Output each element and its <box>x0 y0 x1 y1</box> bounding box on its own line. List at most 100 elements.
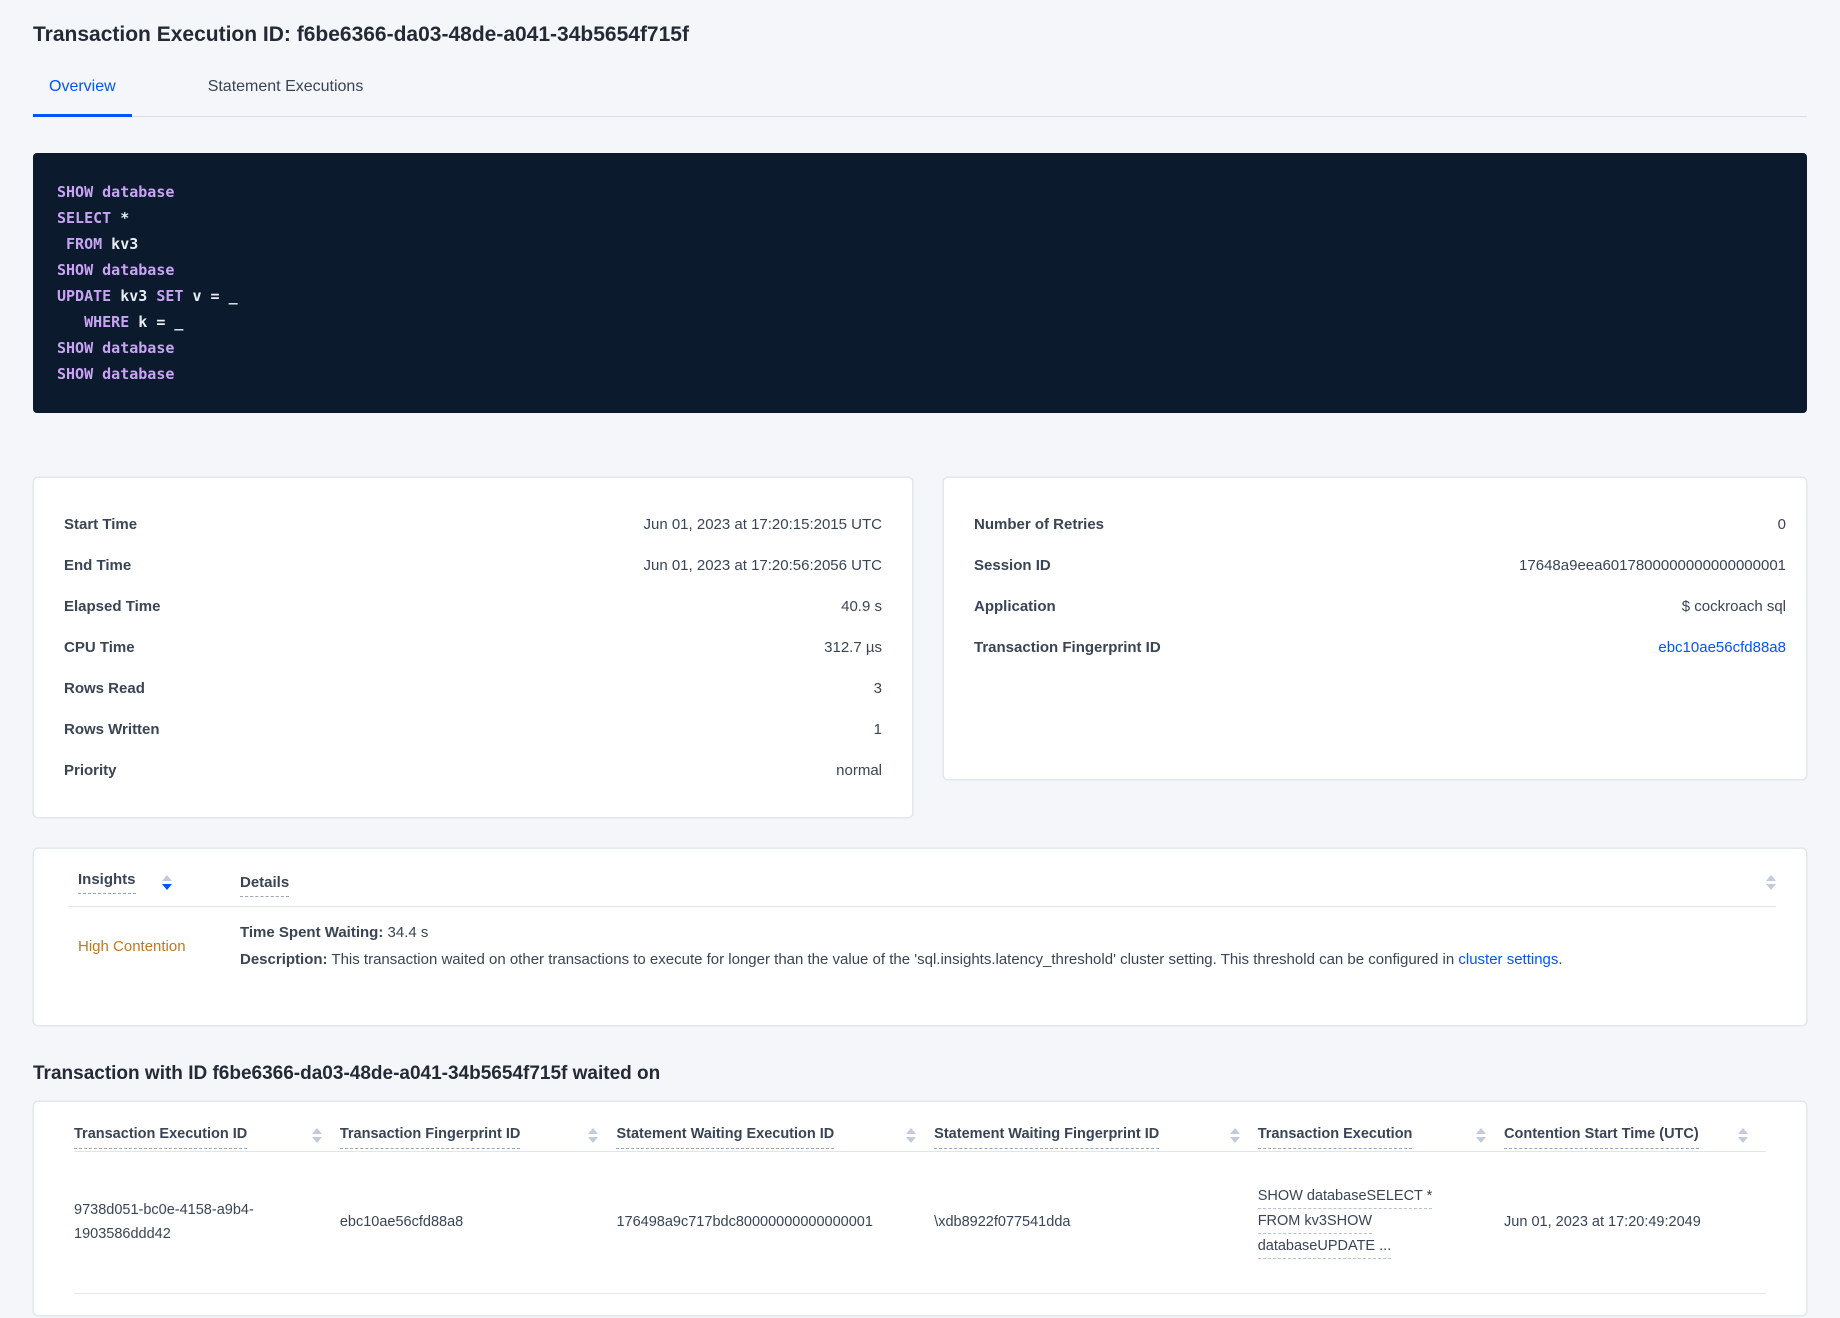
insight-description: Description: This transaction waited on … <box>240 950 1776 970</box>
row-label: Session ID <box>974 557 1051 574</box>
column-header-contention-start-time: Contention Start Time (UTC) <box>1504 1126 1766 1149</box>
row-label: Rows Read <box>64 680 145 697</box>
sql-text: k = _ <box>129 313 184 331</box>
summary-row-start-time: Start Time Jun 01, 2023 at 17:20:15:2015… <box>64 504 882 545</box>
sql-line: WHERE k = _ <box>57 309 1783 335</box>
row-label: CPU Time <box>64 639 135 656</box>
tab-bar: Overview Statement Executions <box>33 77 1807 117</box>
column-header-label[interactable]: Statement Waiting Fingerprint ID <box>934 1126 1160 1149</box>
summary-row-end-time: End Time Jun 01, 2023 at 17:20:56:2056 U… <box>64 545 882 586</box>
sql-line: UPDATE kv3 SET v = _ <box>57 283 1783 309</box>
insight-details: Time Spent Waiting: 34.4 s Description: … <box>240 923 1776 970</box>
sql-keyword: SHOW database <box>57 339 175 357</box>
summary-row-number-of-retries: Number of Retries 0 <box>974 504 1786 545</box>
sort-icon[interactable] <box>1229 1126 1240 1143</box>
transaction-execution-line[interactable]: databaseUPDATE ... <box>1257 1234 1392 1259</box>
insights-table-header: Insights Details <box>68 871 1776 907</box>
time-spent-waiting-label: Time Spent Waiting: <box>240 924 384 941</box>
transaction-execution-line[interactable]: SHOW databaseSELECT * <box>1257 1184 1433 1209</box>
insights-column-header: Insights <box>68 871 240 894</box>
row-value: 1 <box>873 721 882 738</box>
row-label: End Time <box>64 557 132 574</box>
sql-text: kv3 <box>102 235 139 253</box>
tab-overview[interactable]: Overview <box>33 77 132 117</box>
row-value: Jun 01, 2023 at 17:20:15:2015 UTC <box>643 516 882 533</box>
row-value: 17648a9eea6017800000000000000001 <box>1519 557 1786 574</box>
sql-line: SHOW database <box>57 257 1783 283</box>
column-header-transaction-fingerprint-id: Transaction Fingerprint ID <box>339 1126 617 1149</box>
cell-statement-waiting-execution-id: 176498a9c717bdc80000000000000001 <box>616 1213 873 1230</box>
summary-row-transaction-fingerprint-id: Transaction Fingerprint ID ebc10ae56cfd8… <box>974 627 1786 668</box>
sql-line: SELECT * <box>57 205 1783 231</box>
waited-on-table-header: Transaction Execution ID Transaction Fin… <box>74 1126 1766 1152</box>
summary-row-cpu-time: CPU Time 312.7 µs <box>64 627 882 668</box>
row-label: Rows Written <box>64 721 160 738</box>
sql-text: * <box>111 209 130 227</box>
sort-icon[interactable] <box>1738 1126 1748 1143</box>
row-label: Start Time <box>64 516 138 533</box>
cluster-settings-link[interactable]: cluster settings <box>1458 951 1558 968</box>
summary-row-rows-written: Rows Written 1 <box>64 709 882 750</box>
description-text: This transaction waited on other transac… <box>327 951 1459 968</box>
row-value: Jun 01, 2023 at 17:20:56:2056 UTC <box>643 557 882 574</box>
sql-keyword: SELECT <box>57 209 112 227</box>
cell-transaction-execution-link[interactable]: SHOW databaseSELECT * FROM kv3SHOW datab… <box>1257 1184 1504 1259</box>
sort-icon[interactable] <box>1766 875 1776 890</box>
row-label: Application <box>974 598 1056 615</box>
tab-statement-executions[interactable]: Statement Executions <box>192 77 380 117</box>
sql-keyword: WHERE <box>84 313 130 331</box>
time-spent-waiting: Time Spent Waiting: 34.4 s <box>240 923 1776 943</box>
column-header-statement-waiting-fingerprint-id: Statement Waiting Fingerprint ID <box>934 1126 1258 1149</box>
transaction-details-page: Transaction Execution ID: f6be6366-da03-… <box>0 0 1840 1316</box>
sort-icon[interactable] <box>906 1126 917 1143</box>
transaction-execution-line[interactable]: FROM kv3SHOW <box>1257 1209 1373 1234</box>
insight-type-label: High Contention <box>78 938 186 955</box>
waited-on-table-card: Transaction Execution ID Transaction Fin… <box>33 1101 1807 1316</box>
row-label: Elapsed Time <box>64 598 161 615</box>
row-value: 3 <box>873 680 882 697</box>
row-value: 40.9 s <box>841 598 882 615</box>
transaction-fingerprint-link[interactable]: ebc10ae56cfd88a8 <box>1658 638 1786 657</box>
row-value: 312.7 µs <box>824 639 882 656</box>
column-header-label[interactable]: Transaction Execution ID <box>74 1126 248 1149</box>
sort-icon[interactable] <box>311 1126 322 1143</box>
sql-keyword: SHOW database <box>57 261 175 279</box>
sort-icon[interactable] <box>588 1126 599 1143</box>
column-header-statement-waiting-execution-id: Statement Waiting Execution ID <box>616 1126 934 1149</box>
sql-keyword: FROM <box>66 235 103 253</box>
sql-line: SHOW database <box>57 361 1783 387</box>
summary-row-session-id: Session ID 17648a9eea6017800000000000000… <box>974 545 1786 586</box>
column-header-label[interactable]: Contention Start Time (UTC) <box>1504 1126 1699 1149</box>
column-header-label[interactable]: Statement Waiting Execution ID <box>616 1126 835 1149</box>
session-summary-card: Number of Retries 0 Session ID 17648a9ee… <box>943 477 1807 780</box>
sql-text: kv3 <box>111 287 157 305</box>
row-label: Number of Retries <box>974 516 1105 533</box>
sort-icon[interactable] <box>1476 1126 1487 1143</box>
sql-keyword: SET <box>156 287 184 305</box>
description-label: Description: <box>240 951 328 968</box>
insights-header-label[interactable]: Insights <box>78 871 136 894</box>
page-title: Transaction Execution ID: f6be6366-da03-… <box>33 23 689 46</box>
summary-row-elapsed-time: Elapsed Time 40.9 s <box>64 586 882 627</box>
row-label: Transaction Fingerprint ID <box>974 639 1161 656</box>
row-label: Priority <box>64 762 117 779</box>
sort-icon[interactable] <box>161 875 172 890</box>
sql-keyword: SHOW database <box>57 183 175 201</box>
sql-line: SHOW database <box>57 335 1783 361</box>
row-value: 0 <box>1777 516 1786 533</box>
description-suffix: . <box>1558 951 1563 968</box>
time-spent-waiting-value: 34.4 s <box>383 924 429 941</box>
sql-line: SHOW database <box>57 179 1783 205</box>
cell-statement-waiting-fingerprint-id: \xdb8922f077541dda <box>934 1213 1071 1230</box>
column-header-label[interactable]: Transaction Fingerprint ID <box>339 1126 521 1149</box>
sql-keyword: SHOW database <box>57 365 175 383</box>
timing-summary-card: Start Time Jun 01, 2023 at 17:20:15:2015… <box>33 477 913 818</box>
cell-contention-start-time: Jun 01, 2023 at 17:20:49:2049 <box>1504 1213 1701 1230</box>
waited-on-heading: Transaction with ID f6be6366-da03-48de-a… <box>33 1063 661 1084</box>
column-header-label[interactable]: Transaction Execution <box>1257 1126 1413 1149</box>
details-header-label[interactable]: Details <box>240 873 290 897</box>
sql-statements-box: SHOW database SELECT * FROM kv3 SHOW dat… <box>33 153 1807 413</box>
column-header-transaction-execution: Transaction Execution <box>1257 1126 1504 1149</box>
